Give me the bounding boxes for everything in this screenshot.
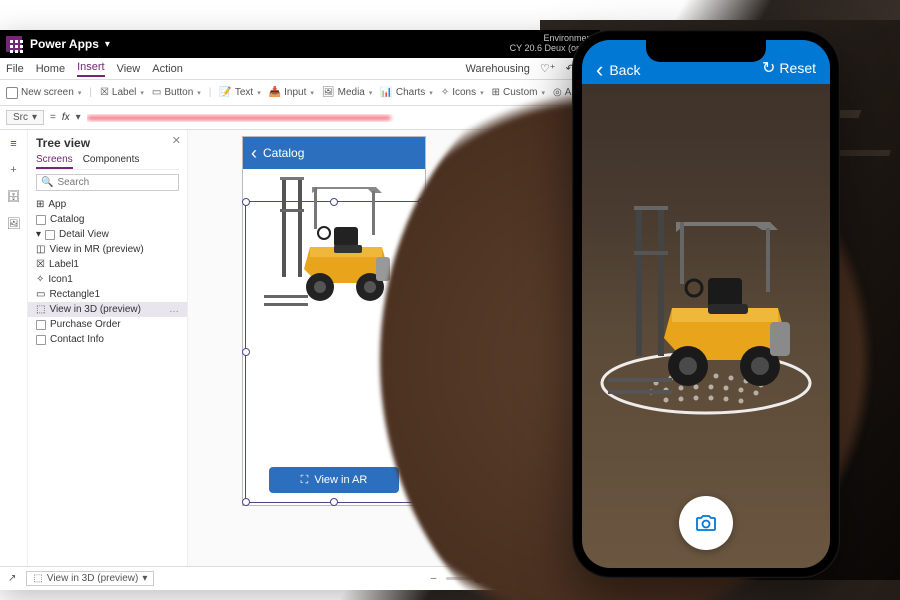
phone-device: Back Reset <box>572 30 840 578</box>
rail-data-icon[interactable]: 🗄 <box>7 190 21 203</box>
formula-chevron[interactable]: ▾ <box>76 112 81 123</box>
back-button[interactable]: Back <box>596 62 640 78</box>
camera-icon <box>694 511 718 535</box>
close-icon[interactable]: ✕ <box>172 134 181 147</box>
tree-view-panel: Tree view ✕ Screens Components 🔍 Search … <box>28 130 188 566</box>
tree-detail[interactable]: ▾ Detail View <box>36 227 179 242</box>
phone-notch <box>646 40 766 62</box>
equals: = <box>50 112 56 123</box>
waffle-icon[interactable] <box>6 36 22 52</box>
app-title: Catalog <box>263 146 304 160</box>
tree-view-mr[interactable]: ◫ View in MR (preview) <box>36 242 179 257</box>
left-rail: ≡ + 🗄 🖼 <box>0 130 28 566</box>
tree-app[interactable]: ⊞ App <box>36 197 179 212</box>
status-selected-control[interactable]: ⬚ View in 3D (preview) ▾ <box>26 571 154 586</box>
tree-view-3d[interactable]: ⬚ View in 3D (preview)… <box>28 302 187 317</box>
reset-button[interactable]: Reset <box>762 58 816 78</box>
resize-handle[interactable] <box>242 498 250 506</box>
camera-button[interactable] <box>679 496 733 550</box>
rail-insert-icon[interactable]: + <box>10 164 16 176</box>
resize-handle[interactable] <box>242 198 250 206</box>
menu-view[interactable]: View <box>117 63 141 75</box>
tab-screens[interactable]: Screens <box>36 154 73 169</box>
ar-forklift-model[interactable] <box>606 196 806 406</box>
menubar: File Home Insert View Action Warehousing… <box>0 58 600 80</box>
property-dropdown[interactable]: Src ▾ <box>6 110 44 125</box>
ribbon-media[interactable]: 🖼 Media <box>322 87 372 98</box>
search-icon: 🔍 <box>41 177 53 188</box>
titlebar: Power Apps ▾ Environment CY 20.6 Deux (o… <box>0 30 600 58</box>
search-placeholder: Search <box>57 177 89 188</box>
tab-components[interactable]: Components <box>83 154 140 169</box>
app-header: ‹ Catalog <box>243 137 425 169</box>
menu-file[interactable]: File <box>6 63 24 75</box>
zoom-out-button[interactable]: – <box>431 573 437 584</box>
ribbon-input[interactable]: 📥 Input <box>269 87 314 98</box>
tree-rectangle1[interactable]: ▭ Rectangle1 <box>36 287 179 302</box>
tree-label1[interactable]: ☒ Label1 <box>36 257 179 272</box>
menu-insert[interactable]: Insert <box>77 61 105 77</box>
chevron-down-icon[interactable]: ▾ <box>105 39 110 50</box>
rail-tree-icon[interactable]: ≡ <box>10 138 16 150</box>
more-icon[interactable]: … <box>169 304 179 315</box>
ribbon-text[interactable]: 📝 Text <box>219 87 260 98</box>
ribbon-icons[interactable]: ✧ Icons <box>441 87 484 98</box>
menu-action[interactable]: Action <box>152 63 183 75</box>
tree-catalog[interactable]: Catalog <box>36 212 179 227</box>
search-input[interactable]: 🔍 Search <box>36 174 179 191</box>
brand: Power Apps <box>30 37 99 51</box>
resize-handle[interactable] <box>330 498 338 506</box>
tree-purchase[interactable]: Purchase Order <box>36 317 179 332</box>
ribbon-button[interactable]: ▭ Button <box>152 87 201 98</box>
phone-footer <box>582 478 830 568</box>
phone-screen: Back Reset <box>582 40 830 568</box>
resize-handle[interactable] <box>242 348 250 356</box>
rail-media-icon[interactable]: 🖼 <box>7 217 21 230</box>
tree-contact[interactable]: Contact Info <box>36 332 179 347</box>
status-chevron[interactable]: ↗ <box>8 573 16 584</box>
menu-home[interactable]: Home <box>36 63 65 75</box>
ribbon-charts[interactable]: 📊 Charts <box>380 87 432 98</box>
tree-icon1[interactable]: ✧ Icon1 <box>36 272 179 287</box>
ribbon-new-screen[interactable]: New screen <box>6 87 81 99</box>
app-name[interactable]: Warehousing <box>465 63 529 75</box>
fx-label: fx <box>62 112 70 123</box>
ar-viewport[interactable] <box>582 84 830 478</box>
back-chevron-icon[interactable]: ‹ <box>251 143 257 164</box>
ribbon-label[interactable]: ☒ Label <box>100 87 144 98</box>
forklift-3d-model[interactable] <box>264 169 404 319</box>
tree-title: Tree view <box>36 136 179 150</box>
